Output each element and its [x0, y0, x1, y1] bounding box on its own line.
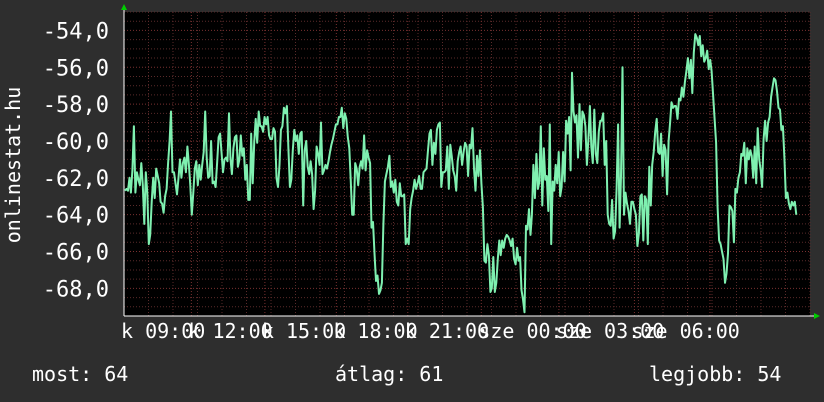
y-tick-label: -66,0 — [43, 241, 109, 266]
x-tick-label: sze 06:00 — [631, 319, 739, 343]
x-tick-label: k 21:00 — [405, 319, 489, 343]
line-chart: -54,0 -56,0 -58,0 -60,0 -62,0 -64,0 -66,0 -68,0… — [0, 0, 824, 402]
y-tick-label: -60,0 — [43, 130, 109, 155]
y-tick-label: -56,0 — [43, 56, 109, 81]
y-tick-label: -64,0 — [43, 204, 109, 229]
stat-best: legjobb: 54 — [649, 362, 782, 386]
y-tick-label: -68,0 — [43, 277, 109, 302]
x-tick-label: k 12:00 — [188, 319, 272, 343]
y-tick-label: -54,0 — [43, 19, 109, 44]
x-tick-labels: k 09:00k 12:00k 15:00k 18:00k 21:00sze 0… — [121, 319, 740, 343]
y-tick-label: -62,0 — [43, 167, 109, 192]
stat-average: átlag: 61 — [335, 362, 444, 386]
y-axis-label: onlinestat.hu — [1, 87, 25, 244]
y-tick-label: -58,0 — [43, 93, 109, 118]
stat-now: most: 64 — [32, 362, 129, 386]
